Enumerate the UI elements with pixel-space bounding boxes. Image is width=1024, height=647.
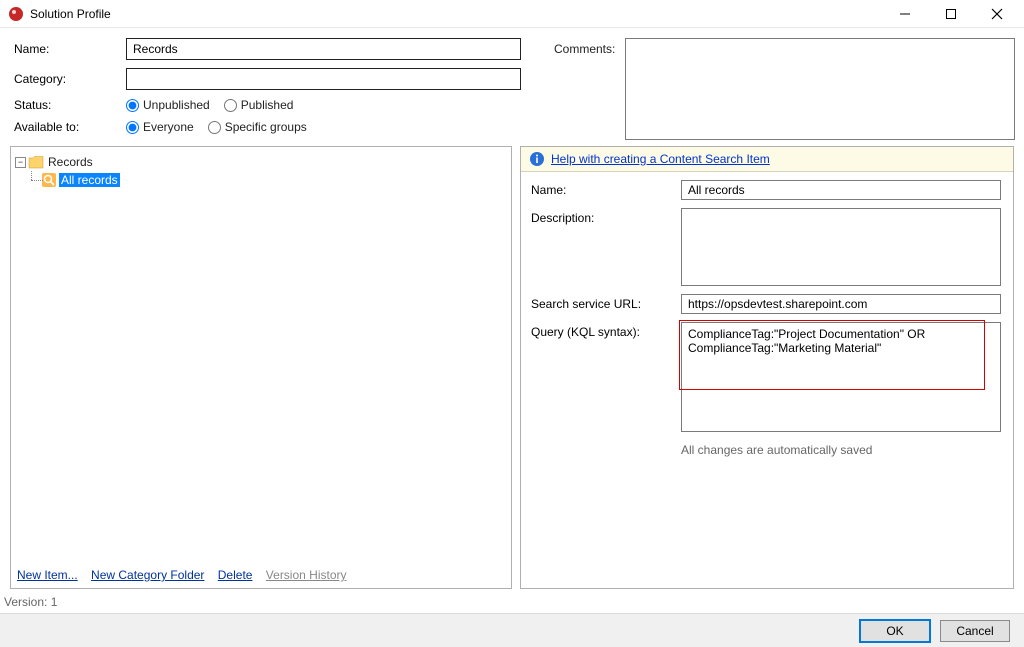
- tree-connector-icon: [25, 171, 39, 189]
- help-bar: Help with creating a Content Search Item: [521, 147, 1013, 172]
- available-everyone-label: Everyone: [143, 120, 194, 134]
- available-specific-radio[interactable]: [208, 121, 221, 134]
- status-unpublished-label: Unpublished: [143, 98, 210, 112]
- detail-query-label: Query (KQL syntax):: [531, 322, 681, 339]
- tree-node-child[interactable]: All records: [25, 171, 507, 189]
- status-published-option[interactable]: Published: [224, 98, 294, 112]
- tree-panel: − Records All records New Item... New Ca…: [10, 146, 512, 589]
- search-icon: [41, 172, 57, 188]
- version-history-link: Version History: [266, 568, 347, 582]
- detail-name-input[interactable]: [681, 180, 1001, 200]
- tree-links: New Item... New Category Folder Delete V…: [11, 562, 511, 588]
- tree-collapse-icon[interactable]: −: [15, 157, 26, 168]
- main-split: − Records All records New Item... New Ca…: [0, 146, 1024, 589]
- folder-icon: [28, 155, 44, 169]
- status-unpublished-radio[interactable]: [126, 99, 139, 112]
- titlebar: Solution Profile: [0, 0, 1024, 28]
- category-label: Category:: [14, 72, 126, 86]
- ok-button[interactable]: OK: [860, 620, 930, 642]
- available-everyone-option[interactable]: Everyone: [126, 120, 194, 134]
- detail-query-textarea[interactable]: [681, 322, 1001, 432]
- new-category-folder-link[interactable]: New Category Folder: [91, 568, 204, 582]
- version-text: Version: 1: [0, 589, 1024, 613]
- detail-description-label: Description:: [531, 208, 681, 225]
- tree-child-label[interactable]: All records: [59, 173, 120, 187]
- top-form: Name: Category: Status: Unpublished Publ…: [0, 28, 1024, 146]
- detail-name-label: Name:: [531, 180, 681, 197]
- tree-body[interactable]: − Records All records: [11, 147, 511, 562]
- left-fields: Name: Category: Status: Unpublished Publ…: [14, 38, 534, 142]
- tree-node-root[interactable]: − Records: [15, 153, 507, 171]
- available-specific-option[interactable]: Specific groups: [208, 120, 307, 134]
- cancel-button[interactable]: Cancel: [940, 620, 1010, 642]
- maximize-button[interactable]: [928, 0, 974, 28]
- auto-save-note: All changes are automatically saved: [681, 443, 1003, 457]
- window-title: Solution Profile: [30, 7, 111, 21]
- comments-textarea[interactable]: [625, 38, 1015, 140]
- detail-url-input[interactable]: [681, 294, 1001, 314]
- name-label: Name:: [14, 42, 126, 56]
- comments-section: Comments:: [554, 38, 1015, 142]
- close-button[interactable]: [974, 0, 1020, 28]
- available-specific-label: Specific groups: [225, 120, 307, 134]
- minimize-button[interactable]: [882, 0, 928, 28]
- app-icon: [8, 6, 24, 22]
- info-icon: [529, 151, 545, 167]
- comments-label: Comments:: [554, 38, 615, 142]
- detail-panel: Help with creating a Content Search Item…: [520, 146, 1014, 589]
- tree-root-label[interactable]: Records: [46, 155, 95, 169]
- delete-link[interactable]: Delete: [218, 568, 253, 582]
- help-link[interactable]: Help with creating a Content Search Item: [551, 152, 770, 166]
- available-everyone-radio[interactable]: [126, 121, 139, 134]
- detail-body: Name: Description: Search service URL: Q…: [521, 172, 1013, 588]
- available-label: Available to:: [14, 120, 126, 134]
- detail-url-label: Search service URL:: [531, 294, 681, 311]
- status-published-radio[interactable]: [224, 99, 237, 112]
- category-input[interactable]: [126, 68, 521, 90]
- status-published-label: Published: [241, 98, 294, 112]
- button-bar: OK Cancel: [0, 613, 1024, 647]
- status-label: Status:: [14, 98, 126, 112]
- new-item-link[interactable]: New Item...: [17, 568, 78, 582]
- name-input[interactable]: [126, 38, 521, 60]
- status-unpublished-option[interactable]: Unpublished: [126, 98, 210, 112]
- detail-description-textarea[interactable]: [681, 208, 1001, 286]
